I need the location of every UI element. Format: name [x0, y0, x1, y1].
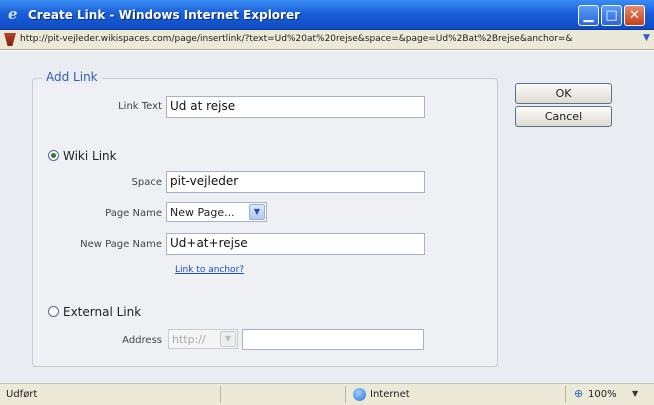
- wiki-link-radio[interactable]: [48, 150, 59, 161]
- page-icon: [4, 33, 16, 46]
- globe-icon: [353, 388, 366, 401]
- maximize-button[interactable]: □: [601, 5, 622, 26]
- external-link-option[interactable]: External Link: [48, 305, 141, 319]
- protocol-value: http://: [172, 333, 206, 346]
- status-divider: [220, 386, 221, 403]
- internet-explorer-icon: e: [8, 5, 18, 23]
- new-page-name-input[interactable]: Ud+at+rejse: [166, 233, 425, 255]
- new-page-name-label: New Page Name: [80, 239, 162, 250]
- add-link-legend: Add Link: [42, 70, 102, 84]
- wiki-link-label: Wiki Link: [63, 149, 117, 163]
- zoom-icon[interactable]: ⊕: [574, 387, 588, 401]
- link-text-input[interactable]: Ud at rejse: [166, 96, 425, 118]
- page-name-select[interactable]: New Page... ▼: [166, 202, 267, 222]
- zoom-dropdown-icon[interactable]: ▼: [632, 389, 638, 398]
- title-bar[interactable]: e Create Link - Windows Internet Explore…: [0, 0, 654, 30]
- status-text: Udført: [6, 389, 38, 400]
- close-icon: ✕: [629, 8, 640, 23]
- link-text-label: Link Text: [118, 101, 162, 112]
- minimize-icon: ▁: [583, 8, 594, 23]
- ok-button[interactable]: OK: [515, 83, 612, 104]
- space-input[interactable]: pit-vejleder: [166, 171, 425, 193]
- cancel-button[interactable]: Cancel: [515, 106, 612, 127]
- address-bar: http://pit-vejleder.wikispaces.com/page/…: [0, 30, 654, 50]
- page-name-label: Page Name: [105, 208, 162, 219]
- security-zone: Internet: [370, 389, 410, 400]
- minimize-button[interactable]: ▁: [578, 5, 599, 26]
- external-link-label: External Link: [63, 305, 142, 319]
- page-name-value: New Page...: [170, 206, 235, 219]
- address-dropdown-icon[interactable]: ▼: [643, 33, 653, 47]
- status-bar: Udført Internet ⊕ 100% ▼: [0, 383, 654, 405]
- protocol-select[interactable]: http:// ▼: [168, 329, 238, 349]
- external-link-radio[interactable]: [48, 306, 59, 317]
- address-label: Address: [122, 335, 162, 346]
- status-divider: [565, 386, 566, 403]
- chevron-down-icon[interactable]: ▼: [249, 204, 265, 220]
- maximize-icon: □: [605, 8, 618, 23]
- space-label: Space: [131, 177, 162, 188]
- wiki-link-option[interactable]: Wiki Link: [48, 149, 117, 163]
- close-button[interactable]: ✕: [624, 5, 645, 26]
- address-url[interactable]: http://pit-vejleder.wikispaces.com/page/…: [20, 34, 640, 44]
- add-link-group: [32, 78, 498, 367]
- address-input[interactable]: [242, 329, 424, 350]
- chevron-down-icon: ▼: [220, 331, 236, 347]
- link-to-anchor-link[interactable]: Link to anchor?: [175, 265, 244, 275]
- zoom-level[interactable]: 100%: [588, 389, 617, 400]
- status-divider: [345, 386, 346, 403]
- dialog-content: Add Link Link Text Ud at rejse Wiki Link…: [0, 51, 654, 383]
- window-title: Create Link - Windows Internet Explorer: [28, 8, 301, 22]
